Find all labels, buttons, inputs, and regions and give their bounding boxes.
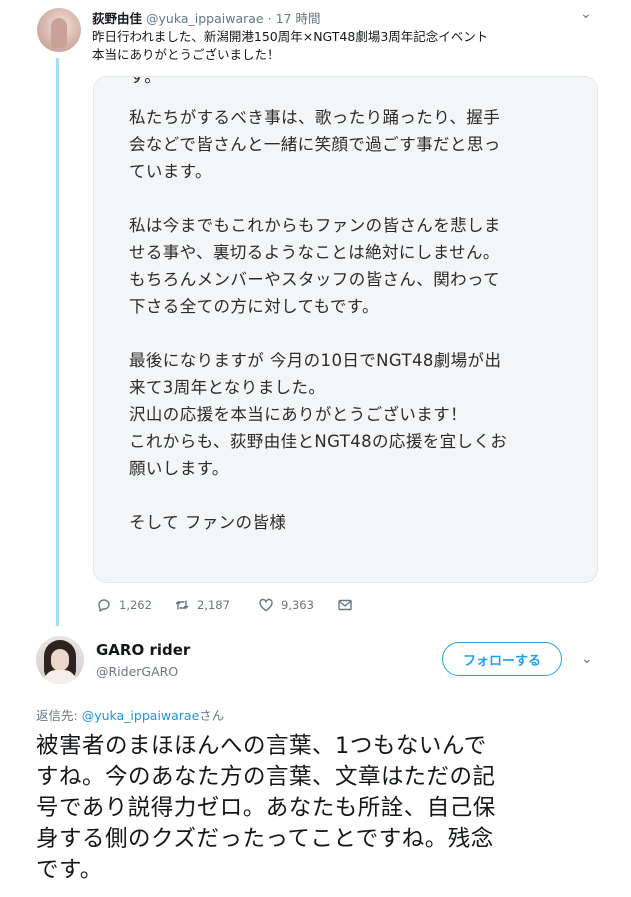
tweet-text: 被害者のまほほんへの言葉、1つもないんで すね。今のあなた方の言葉、文章はただの… <box>36 731 596 886</box>
image-paragraph: 私たちがするべき事は、歌ったり踊ったり、握手 会などで皆さんと一緒に笑顔で過ごす… <box>129 104 589 185</box>
retweet-icon <box>175 600 189 610</box>
tweet-image[interactable]: す。 私たちがするべき事は、歌ったり踊ったり、握手 会などで皆さんと一緒に笑顔で… <box>93 76 598 583</box>
chevron-down-icon[interactable]: ⌄ <box>580 6 592 22</box>
image-line: もちろんメンバーやスタッフの皆さん、関わって <box>129 270 500 289</box>
tweet-text-line: 号であり説得力ゼロ。あなたも所詮、自己保 <box>36 795 496 821</box>
image-line: 下さる全ての方に対してもです。 <box>129 297 379 316</box>
handle[interactable]: @RiderGARO <box>96 664 178 679</box>
tweet-text: 昨日行われました、新潟開港150周年×NGT48劇場3周年記念イベント 本当にあ… <box>92 28 612 64</box>
tweet-text-line: すね。今のあなた方の言葉、文章はただの記 <box>36 764 496 790</box>
reply-to-prefix: 返信先: <box>36 708 82 723</box>
display-name[interactable]: 荻野由佳 <box>92 11 142 26</box>
image-line: 会などで皆さんと一緒に笑顔で過ごす事だと思っ <box>129 135 501 154</box>
tweet-text-line: 昨日行われました、新潟開港150周年×NGT48劇場3周年記念イベント <box>92 29 489 44</box>
chevron-down-icon[interactable]: ⌄ <box>581 651 593 667</box>
reply-to: 返信先: @yuka_ippaiwaraeさん <box>36 705 224 724</box>
image-line: せる事や、裏切るようなことは絶対にしません。 <box>129 243 500 262</box>
tweet-text-line: 身する側のクズだったってことですね。残念 <box>36 826 494 852</box>
image-line: これからも、荻野由佳とNGT48の応援を宜しくお <box>129 432 508 451</box>
handle[interactable]: @yuka_ippaiwarae <box>146 11 264 26</box>
tweet-header: 荻野由佳 @yuka_ippaiwarae · 17 時間 <box>92 8 320 27</box>
image-line: 私たちがするべき事は、歌ったり踊ったり、握手 <box>129 108 501 127</box>
avatar[interactable] <box>37 8 81 52</box>
image-paragraph: 最後になりますが 今月の10日でNGT48劇場が出 来て3周年となりました。 沢… <box>129 347 589 482</box>
like-button[interactable]: 9,363 <box>258 597 314 613</box>
direct-message-button[interactable] <box>337 597 353 613</box>
message-icon <box>338 599 352 611</box>
tweet-text-line: 被害者のまほほんへの言葉、1つもないんで <box>36 733 487 759</box>
separator: · <box>267 11 272 26</box>
image-line: ています。 <box>129 162 212 181</box>
image-line: 願いします。 <box>129 459 229 478</box>
image-line: 最後になりますが 今月の10日でNGT48劇場が出 <box>129 351 502 370</box>
reply-to-suffix: さん <box>199 708 225 723</box>
like-count: 9,363 <box>281 598 314 612</box>
reply-icon <box>98 599 110 612</box>
reply-button[interactable]: 1,262 <box>96 597 152 613</box>
reply-count: 1,262 <box>119 598 152 612</box>
reply-mention-link[interactable]: @yuka_ippaiwarae <box>82 708 200 723</box>
avatar[interactable] <box>36 636 84 684</box>
timestamp[interactable]: 17 時間 <box>276 11 321 26</box>
tweet-text-line: です。 <box>36 857 103 883</box>
image-paragraph: 私は今までもこれからもファンの皆さんを悲しま せる事や、裏切るようなことは絶対に… <box>129 212 589 320</box>
retweet-count: 2,187 <box>197 598 230 612</box>
tweet-text-line: 本当にありがとうございました！ <box>92 47 280 62</box>
display-name[interactable]: GARO rider <box>96 641 190 659</box>
like-icon <box>259 598 273 612</box>
image-line: 私は今までもこれからもファンの皆さんを悲しま <box>129 216 501 235</box>
image-text-fragment: す。 <box>129 76 162 86</box>
image-text: す。 私たちがするべき事は、歌ったり踊ったり、握手 会などで皆さんと一緒に笑顔で… <box>129 77 589 536</box>
follow-button[interactable]: フォローする <box>442 642 562 676</box>
image-line: 沢山の応援を本当にありがとうございます！ <box>129 405 467 424</box>
thread-connector-line <box>56 58 59 626</box>
image-text-fragment: そして ファンの皆様 <box>129 513 287 532</box>
image-line: 来て3周年となりました。 <box>129 378 326 397</box>
retweet-button[interactable]: 2,187 <box>174 597 230 613</box>
